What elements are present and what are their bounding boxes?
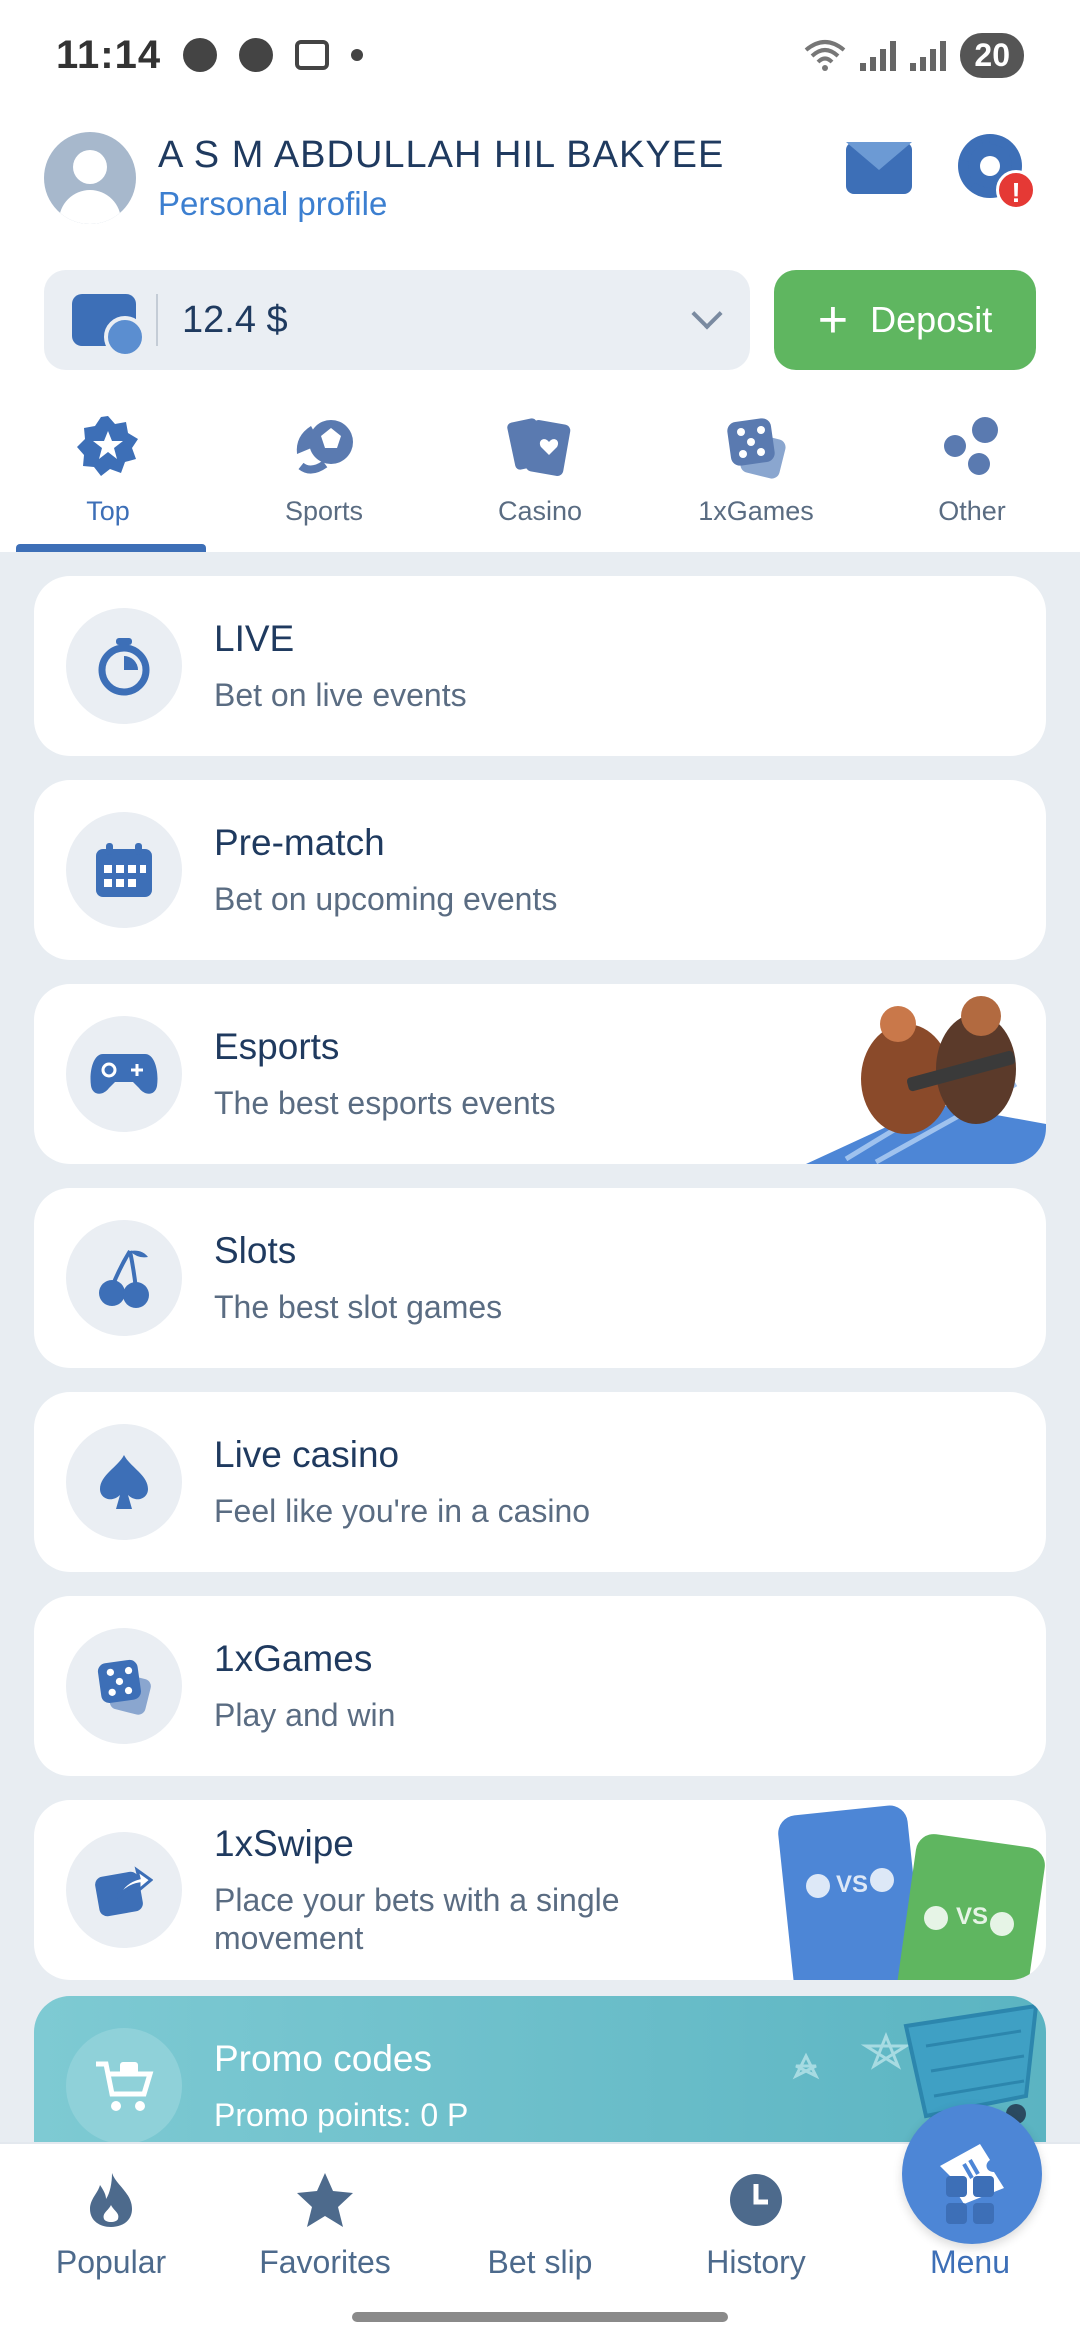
- tab-label: Sports: [284, 496, 364, 526]
- active-tab-indicator: [16, 544, 206, 552]
- screenshot-icon: [295, 40, 330, 70]
- menu-item-title: Promo codes: [214, 2038, 432, 2079]
- tab-label: Other: [938, 496, 1006, 526]
- user-info[interactable]: A S M ABDULLAH HIL BAKYEE Personal profi…: [158, 134, 724, 223]
- vs-label: VS: [956, 1903, 988, 1930]
- star-icon: [295, 2170, 355, 2230]
- home-indicator[interactable]: [352, 2312, 728, 2322]
- swipe-icon: [66, 1832, 182, 1948]
- user-name: A S M ABDULLAH HIL BAKYEE: [158, 133, 725, 176]
- nav-label: Popular: [55, 2244, 167, 2280]
- tab-sports[interactable]: Sports: [216, 390, 432, 552]
- menu-item-subtitle: Place your bets with a single movement: [214, 1882, 620, 1956]
- clock-icon: [726, 2170, 786, 2230]
- nav-label: History: [706, 2244, 806, 2280]
- star-badge-icon: [75, 414, 141, 480]
- cart-icon: [66, 2028, 182, 2142]
- menu-item-subtitle: Promo points: 0 P: [214, 2097, 469, 2133]
- divider: [156, 294, 158, 346]
- swipe-cards-illustration: VS VS: [778, 1805, 1045, 1980]
- dice-icon: [723, 414, 789, 480]
- category-tabs: Top Sports Casino 1xGames Other: [0, 390, 1080, 552]
- battery-indicator: 20: [960, 32, 1024, 78]
- signal-icon: [910, 39, 947, 71]
- wifi-icon: [805, 40, 846, 71]
- menu-item-title: Pre-match: [214, 822, 385, 863]
- alert-badge: !: [996, 170, 1036, 210]
- menu-item-subtitle: Feel like you're in a casino: [214, 1493, 591, 1529]
- flame-icon: [81, 2170, 141, 2230]
- nav-label: Menu: [929, 2244, 1011, 2280]
- menu-item-esports[interactable]: Esports The best esports events: [34, 984, 1046, 1164]
- stopwatch-icon: [66, 608, 182, 724]
- avatar[interactable]: [44, 132, 136, 224]
- menu-item-subtitle: The best esports events: [214, 1085, 556, 1121]
- profile-header: A S M ABDULLAH HIL BAKYEE Personal profi…: [44, 122, 1036, 234]
- menu-item-live[interactable]: LIVE Bet on live events: [34, 576, 1046, 756]
- tab-casino[interactable]: Casino: [432, 390, 648, 552]
- nav-bet-slip[interactable]: Bet slip: [432, 2104, 1042, 2281]
- nav-popular[interactable]: Popular: [3, 2170, 219, 2281]
- tab-label: Casino: [497, 496, 583, 526]
- menu-item-title: Live casino: [214, 1434, 400, 1475]
- menu-item-subtitle: The best slot games: [214, 1289, 503, 1325]
- menu-item-title: LIVE: [214, 618, 295, 659]
- nav-menu[interactable]: Menu: [862, 2170, 1078, 2281]
- bottom-navigation: Popular Favorites Bet slip History Menu: [0, 2104, 1080, 2340]
- signal-icon: [860, 39, 897, 71]
- mail-icon[interactable]: [846, 142, 912, 194]
- more-notifications-icon: [351, 49, 364, 61]
- nav-history[interactable]: History: [648, 2170, 864, 2281]
- dice-icon: [66, 1628, 182, 1744]
- nav-favorites[interactable]: Favorites: [217, 2170, 433, 2281]
- whatsapp-icon: [183, 38, 218, 72]
- nav-label: Bet slip: [487, 2244, 593, 2280]
- balance-selector[interactable]: 12.4 $: [44, 270, 750, 370]
- notification-icons: [183, 38, 364, 72]
- personal-profile-link[interactable]: Personal profile: [158, 185, 724, 223]
- menu-item-1xgames[interactable]: 1xGames Play and win: [34, 1596, 1046, 1776]
- menu-item-prematch[interactable]: Pre-match Bet on upcoming events: [34, 780, 1046, 960]
- menu-item-1xswipe[interactable]: 1xSwipe Place your bets with a single mo…: [34, 1800, 1046, 1980]
- grid-icon: [940, 2170, 1000, 2230]
- cards-icon: [507, 414, 573, 480]
- status-bar: 11:14 20: [0, 0, 1080, 110]
- tab-other[interactable]: Other: [864, 390, 1080, 552]
- balance-value: 12.4 $: [182, 298, 288, 341]
- tab-label: 1xGames: [698, 496, 814, 526]
- menu-item-slots[interactable]: Slots The best slot games: [34, 1188, 1046, 1368]
- menu-item-title: 1xGames: [214, 1638, 373, 1679]
- gamepad-icon: [66, 1016, 182, 1132]
- deposit-label: Deposit: [870, 299, 993, 340]
- tab-top[interactable]: Top: [0, 390, 216, 552]
- menu-item-title: Esports: [214, 1026, 340, 1067]
- menu-item-title: Slots: [214, 1230, 297, 1271]
- menu-item-subtitle: Play and win: [214, 1697, 396, 1733]
- dots-icon: [939, 414, 1005, 480]
- deposit-button[interactable]: + Deposit: [774, 270, 1036, 370]
- status-time: 11:14: [56, 32, 162, 77]
- vs-label: VS: [836, 1871, 868, 1898]
- calendar-icon: [66, 812, 182, 928]
- esports-illustration: [806, 996, 1046, 1164]
- menu-item-subtitle: Bet on live events: [214, 677, 467, 713]
- plus-icon: +: [817, 291, 849, 349]
- cherries-icon: [66, 1220, 182, 1336]
- menu-list: LIVE Bet on live events Pre-match Bet on…: [0, 552, 1080, 2142]
- wallet-icon: [72, 294, 146, 358]
- menu-item-title: 1xSwipe: [214, 1823, 354, 1864]
- sports-ball-icon: [291, 414, 357, 480]
- menu-item-live-casino[interactable]: Live casino Feel like you're in a casino: [34, 1392, 1046, 1572]
- chevron-down-icon: [691, 298, 723, 330]
- spade-icon: [66, 1424, 182, 1540]
- nav-label: Favorites: [259, 2244, 391, 2280]
- menu-item-promo-codes[interactable]: Promo codes Promo points: 0 P: [34, 1996, 1046, 2142]
- tab-1xgames[interactable]: 1xGames: [648, 390, 864, 552]
- message-icon: [239, 38, 274, 72]
- tab-label: Top: [86, 496, 130, 526]
- menu-item-subtitle: Bet on upcoming events: [214, 881, 558, 917]
